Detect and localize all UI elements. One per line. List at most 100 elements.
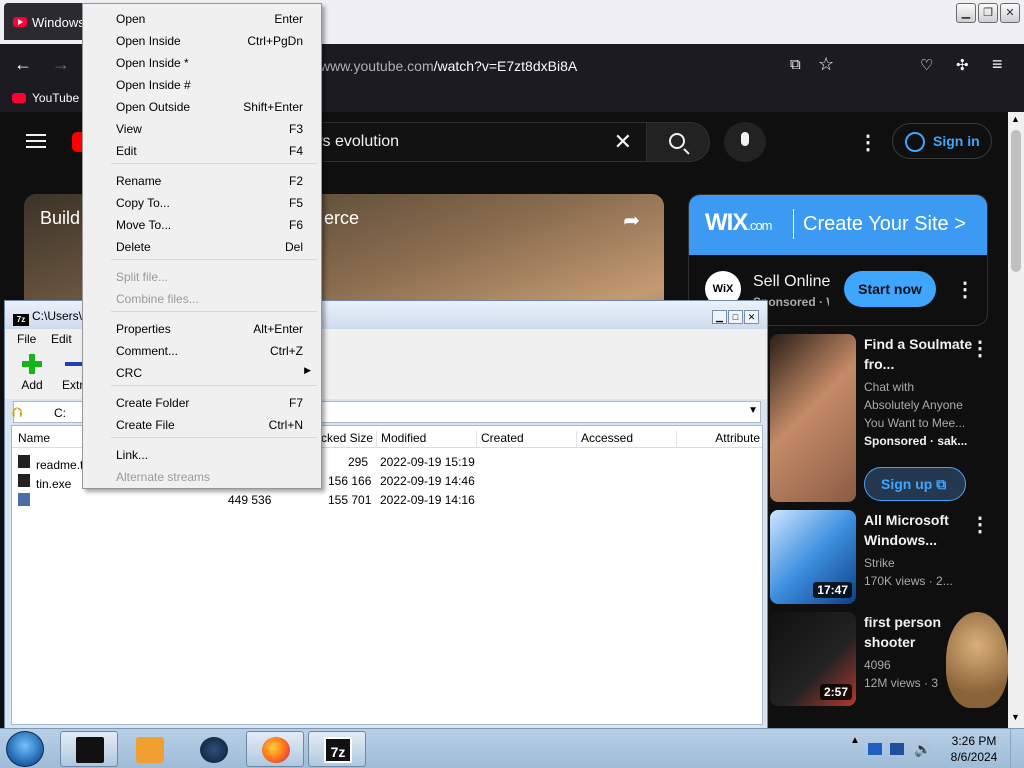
ad-banner[interactable]: WIX.com Create Your Site > xyxy=(689,195,987,255)
menu-icon[interactable]: ≡ xyxy=(992,54,1003,75)
minimize-button[interactable]: ▁ xyxy=(712,310,727,324)
ad-more-icon[interactable]: ⋮ xyxy=(955,277,975,302)
taskbar-app-terminal[interactable] xyxy=(60,731,118,767)
ad-description-line: Absolutely Anyone xyxy=(864,398,963,412)
start-button[interactable] xyxy=(6,731,44,767)
taskbar-app-globe[interactable] xyxy=(184,731,242,767)
table-row-selected[interactable]: tin.safety.exe 449 536 155 701 2022-09-1… xyxy=(12,490,762,510)
back-arrow-icon[interactable]: ← xyxy=(14,54,32,75)
column-attributes[interactable]: Attribute xyxy=(676,431,762,447)
sign-up-button[interactable]: Sign up ⧉ xyxy=(864,467,966,501)
column-packed-size[interactable]: cked Size xyxy=(316,431,373,447)
sign-in-label: Sign in xyxy=(933,133,980,149)
menu-edit[interactable]: Edit xyxy=(51,332,72,346)
recommendation-item[interactable]: 17:47 All Microsoft Windows... Strike 17… xyxy=(770,510,1008,606)
page-scrollbar[interactable]: ▲ ▼ xyxy=(1008,112,1024,728)
maximize-button[interactable]: □ xyxy=(728,310,743,324)
search-button[interactable] xyxy=(646,122,710,162)
exe-file-icon xyxy=(18,474,30,487)
show-desktop-button[interactable] xyxy=(1010,729,1024,768)
wix-logo: WIX.com xyxy=(705,209,773,236)
video-duration: 17:47 xyxy=(813,582,852,598)
menu-item-create-folder[interactable]: Create Folder F7 xyxy=(83,390,321,412)
column-accessed[interactable]: Accessed xyxy=(576,431,633,447)
video-thumbnail[interactable] xyxy=(770,334,856,502)
taskbar-app-media-player[interactable] xyxy=(120,731,178,767)
column-name[interactable]: Name xyxy=(14,431,50,447)
video-thumbnail[interactable]: 17:47 xyxy=(770,510,856,604)
menu-item-delete[interactable]: Delete Del xyxy=(83,234,321,256)
tray-app-icon[interactable] xyxy=(868,743,882,755)
share-icon[interactable]: ➦ xyxy=(623,208,640,233)
show-hidden-icons-icon[interactable]: ▲ xyxy=(850,735,860,746)
scroll-down-icon[interactable]: ▼ xyxy=(1011,712,1020,722)
sevenzip-logo-icon: 7z xyxy=(13,314,29,326)
packed-size: 156 166 xyxy=(328,474,372,488)
taskbar: 7z ▲ 🔊 3:26 PM 8/6/2024 xyxy=(0,728,1024,768)
close-button[interactable]: ✕ xyxy=(1000,3,1020,23)
menu-item-open-inside-hash[interactable]: Open Inside # xyxy=(83,72,321,94)
menu-item-rename[interactable]: Rename F2 xyxy=(83,168,321,190)
menu-item-combine-files: Combine files... xyxy=(116,292,199,306)
menu-item-crc[interactable]: CRC ▶ xyxy=(83,360,321,382)
minimize-button[interactable]: ▁ xyxy=(956,3,976,23)
maximize-button[interactable]: ❐ xyxy=(978,3,998,23)
path-text: C: xyxy=(54,406,66,420)
ad-sponsored: Sponsored · sak... xyxy=(864,434,968,448)
external-link-icon: ⧉ xyxy=(936,476,947,492)
bookmark-youtube[interactable]: YouTube xyxy=(12,91,79,105)
voice-search-button[interactable] xyxy=(724,122,766,162)
menu-item-link[interactable]: Link... xyxy=(83,442,321,464)
clear-search-icon[interactable]: ✕ xyxy=(614,129,632,155)
add-button[interactable]: Add xyxy=(9,353,55,392)
menu-item-open[interactable]: Open Enter xyxy=(83,6,321,28)
menu-file[interactable]: File xyxy=(17,332,36,346)
menu-item-open-outside[interactable]: Open Outside Shift+Enter xyxy=(83,94,321,116)
bookmark-label: YouTube xyxy=(32,91,80,105)
volume-icon[interactable]: 🔊 xyxy=(914,741,931,758)
menu-item-move-to[interactable]: Move To... F6 xyxy=(83,212,321,234)
more-actions-icon[interactable]: ⋮ xyxy=(970,336,990,361)
video-thumbnail[interactable]: 2:57 xyxy=(770,612,856,706)
ad-description-line: You Want to Mee... xyxy=(864,416,966,430)
hamster-sticker-image xyxy=(946,612,1008,708)
menu-item-open-inside[interactable]: Open Inside Ctrl+PgDn xyxy=(83,28,321,50)
forward-arrow-icon[interactable]: → xyxy=(52,54,70,75)
network-icon[interactable] xyxy=(890,743,904,755)
clock[interactable]: 3:26 PM 8/6/2024 xyxy=(946,733,1002,765)
menu-item-create-file[interactable]: Create File Ctrl+N xyxy=(83,412,321,434)
bookmark-star-icon[interactable]: ☆ xyxy=(818,54,834,75)
taskbar-app-7zip[interactable]: 7z xyxy=(308,731,366,767)
banner-divider xyxy=(793,209,794,239)
sevenzip-icon: 7z xyxy=(324,737,352,763)
menu-item-properties[interactable]: Properties Alt+Enter xyxy=(83,316,321,338)
start-now-button[interactable]: Start now xyxy=(844,271,936,307)
translate-icon[interactable]: ⧉ xyxy=(790,56,801,73)
scrollbar-thumb[interactable] xyxy=(1011,130,1021,272)
extensions-icon[interactable]: ✣ xyxy=(956,56,969,74)
more-actions-icon[interactable]: ⋮ xyxy=(970,512,990,537)
column-created[interactable]: Created xyxy=(476,431,524,447)
folder-up-icon[interactable]: ⮉ xyxy=(12,404,32,422)
context-menu: Open Enter Open Inside Ctrl+PgDn Open Insi… xyxy=(82,3,322,489)
scroll-up-icon[interactable]: ▲ xyxy=(1011,114,1020,124)
column-modified[interactable]: Modified xyxy=(376,431,426,447)
menu-item-comment[interactable]: Comment... Ctrl+Z xyxy=(83,338,321,360)
settings-kebab-icon[interactable]: ⋮ xyxy=(858,130,878,155)
recommendation-item[interactable]: 2:57 first person shooter 4096 12M views… xyxy=(770,612,1008,708)
menu-item-view[interactable]: View F3 xyxy=(83,116,321,138)
pocket-icon[interactable]: ♡ xyxy=(920,56,933,74)
sign-in-button[interactable]: Sign in xyxy=(892,123,992,159)
menu-item-alternate-streams: Alternate streams xyxy=(116,470,211,484)
microphone-icon xyxy=(741,132,749,146)
close-button[interactable]: ✕ xyxy=(744,310,759,324)
youtube-favicon-icon xyxy=(12,93,26,103)
video-views: 170K views · 2... xyxy=(864,574,953,588)
chevron-down-icon[interactable]: ▼ xyxy=(748,405,758,416)
menu-item-edit[interactable]: Edit F4 xyxy=(83,138,321,160)
account-icon xyxy=(905,132,925,152)
menu-item-open-inside-star[interactable]: Open Inside * xyxy=(83,50,321,72)
menu-item-copy-to[interactable]: Copy To... F5 xyxy=(83,190,321,212)
hamburger-menu-icon[interactable] xyxy=(26,134,46,148)
taskbar-app-firefox[interactable] xyxy=(246,731,304,767)
